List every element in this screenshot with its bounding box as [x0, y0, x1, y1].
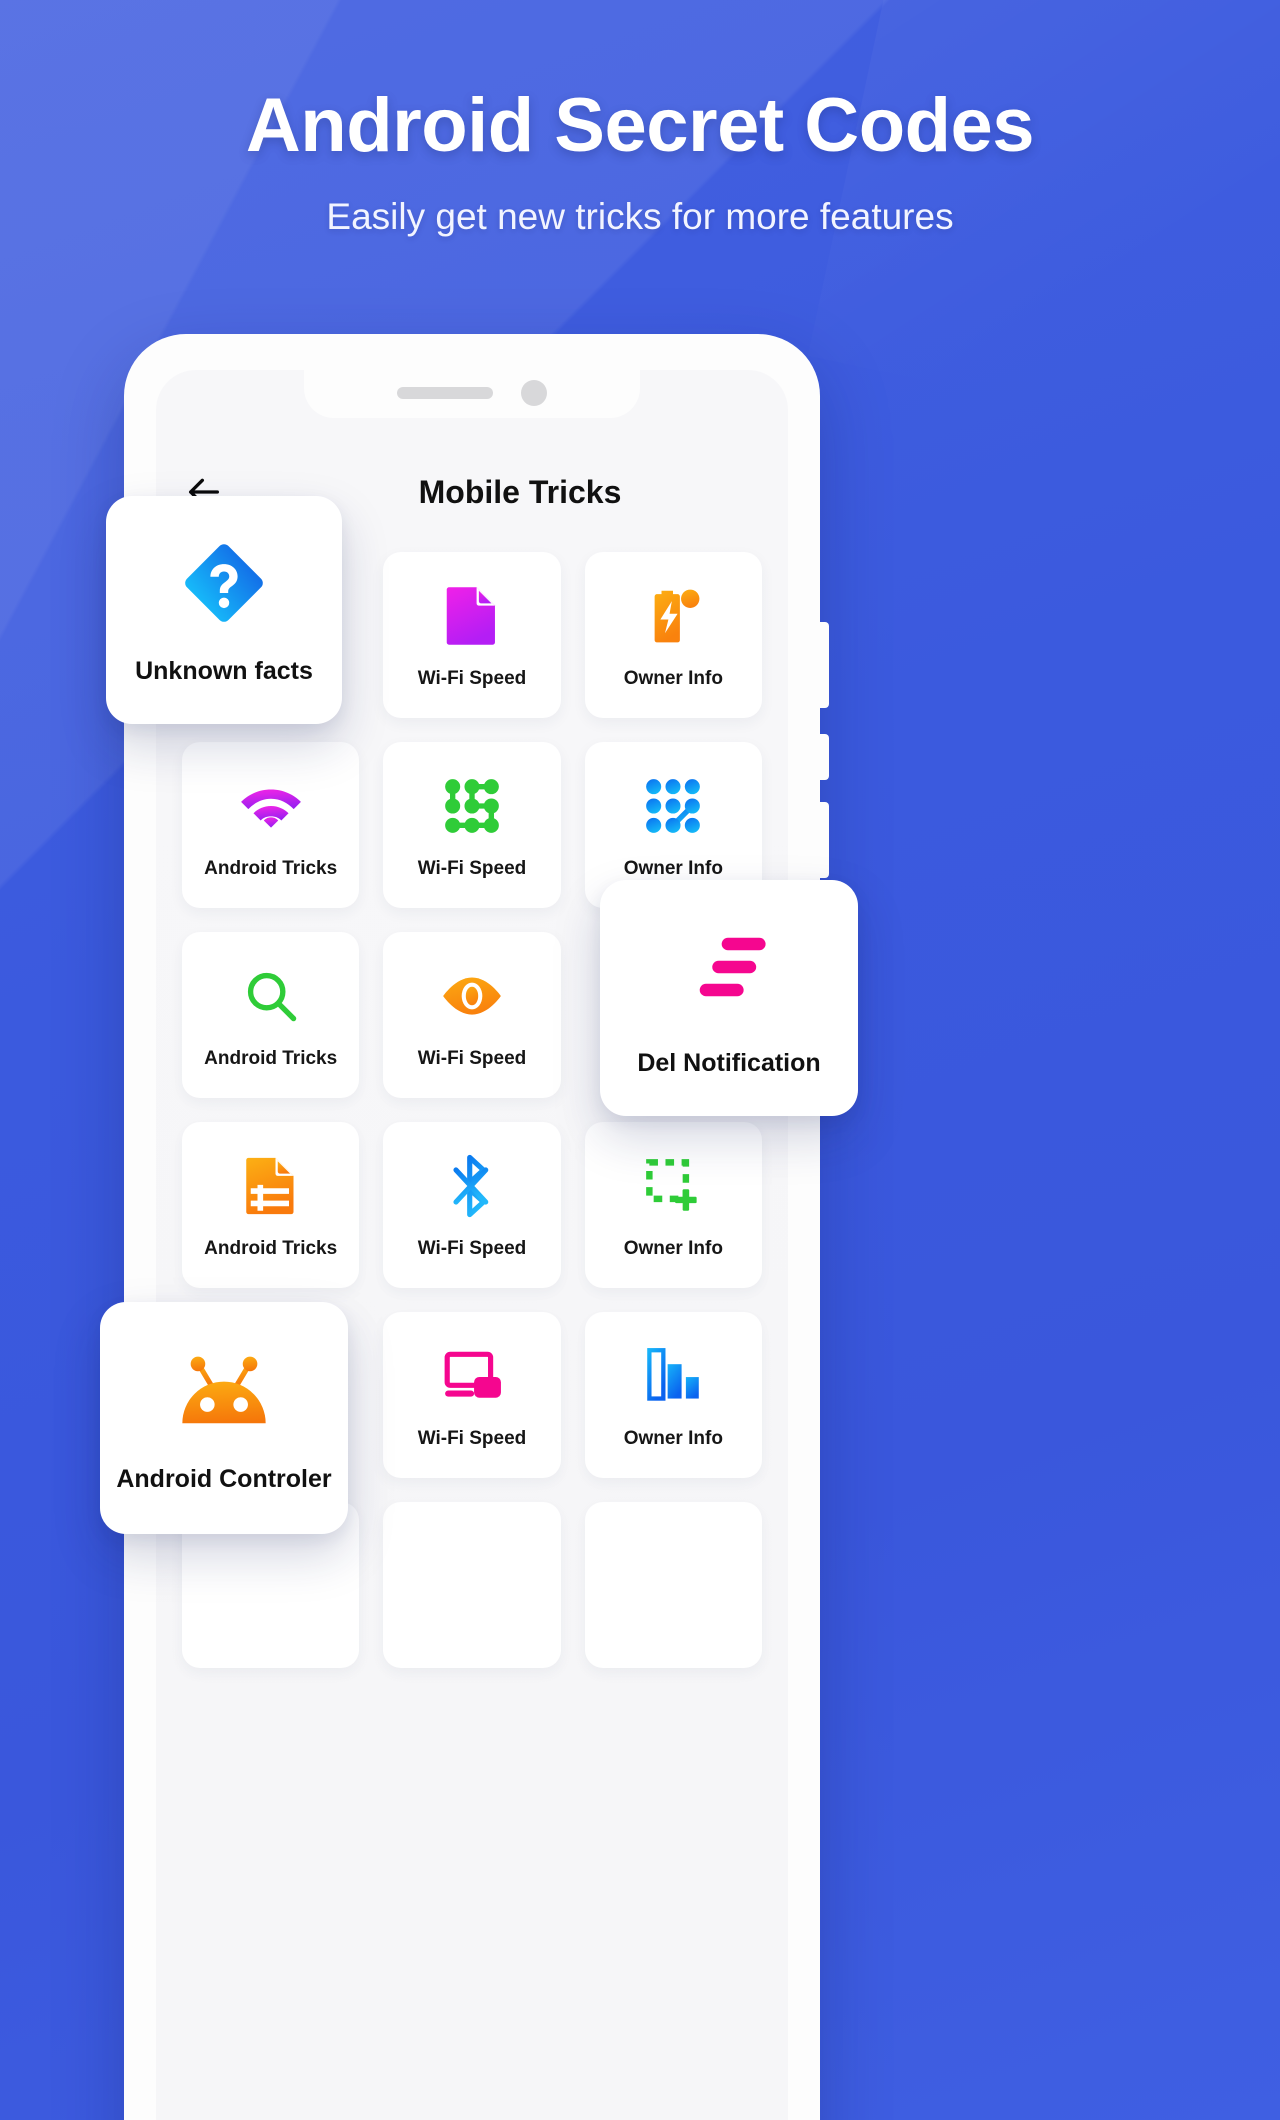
tile-row6-col3[interactable]: [584, 1502, 762, 1668]
tile-wifi-speed-eye[interactable]: Wi-Fi Speed: [383, 932, 561, 1098]
phone-notch: [156, 370, 788, 432]
wifi-icon: [238, 770, 304, 842]
dashed-square-plus-icon: [644, 1150, 702, 1222]
floating-card-label: Android Controler: [116, 1464, 332, 1493]
tile-label: Owner Info: [623, 1238, 723, 1259]
tile-label: Owner Info: [623, 858, 723, 879]
tile-android-tricks-document-lines[interactable]: Android Tricks: [182, 1122, 360, 1288]
pattern-lock-green-icon: [443, 770, 501, 842]
tile-label: Owner Info: [623, 668, 723, 689]
tile-wifi-speed-document[interactable]: Wi-Fi Speed: [383, 552, 561, 718]
page-title: Android Secret Codes: [245, 83, 1035, 168]
phone-volume-down-button[interactable]: [819, 734, 829, 780]
floating-card-android-controler[interactable]: Android Controler: [100, 1302, 348, 1534]
phone-volume-up-button[interactable]: [819, 622, 829, 708]
tile-label: Android Tricks: [204, 1048, 338, 1069]
header: Android Secret Codes Easily get new tric…: [0, 86, 1280, 238]
tile-label: Owner Info: [623, 1428, 723, 1449]
floating-card-del-notification[interactable]: Del Notification: [600, 880, 858, 1116]
tile-label: Android Tricks: [204, 1238, 338, 1259]
tile-owner-info-battery[interactable]: Owner Info: [584, 552, 762, 718]
pattern-lock-blue-icon: [644, 770, 702, 842]
floating-card-label: Del Notification: [637, 1048, 821, 1077]
tile-wifi-speed-bluetooth[interactable]: Wi-Fi Speed: [383, 1122, 561, 1288]
document-lines-icon: [244, 1150, 298, 1222]
front-camera-icon: [521, 380, 547, 406]
promo-banner: Android Secret Codes Easily get new tric…: [0, 0, 1280, 2120]
page-subtitle: Easily get new tricks for more features: [326, 195, 954, 237]
tile-label: Wi-Fi Speed: [417, 858, 527, 879]
tile-label: Wi-Fi Speed: [417, 1048, 527, 1069]
tile-label: Android Tricks: [204, 858, 338, 879]
tile-label: Wi-Fi Speed: [417, 668, 527, 689]
eye-icon: [439, 960, 505, 1032]
tile-label: Wi-Fi Speed: [417, 1238, 527, 1259]
magnifier-icon: [242, 960, 300, 1032]
bar-chart-icon: [646, 1340, 700, 1412]
tile-android-tricks-wifi[interactable]: Android Tricks: [182, 742, 360, 908]
question-diamond-icon: [178, 535, 270, 631]
tile-owner-info-dashed-plus[interactable]: Owner Info: [584, 1122, 762, 1288]
tile-wifi-speed-pattern-green[interactable]: Wi-Fi Speed: [383, 742, 561, 908]
cast-screen-icon: [441, 1340, 503, 1412]
earpiece-speaker-icon: [397, 387, 493, 399]
battery-bolt-icon: [643, 580, 703, 652]
bluetooth-icon: [445, 1150, 499, 1222]
document-icon: [443, 580, 501, 652]
tile-wifi-speed-cast[interactable]: Wi-Fi Speed: [383, 1312, 561, 1478]
tile-row6-col2[interactable]: [383, 1502, 561, 1668]
tile-owner-info-bar-chart[interactable]: Owner Info: [584, 1312, 762, 1478]
android-robot-icon: [174, 1343, 274, 1439]
floating-card-unknown-facts[interactable]: Unknown facts: [106, 496, 342, 724]
notification-lines-icon: [683, 919, 775, 1015]
floating-card-label: Unknown facts: [135, 656, 313, 685]
tile-android-tricks-search[interactable]: Android Tricks: [182, 932, 360, 1098]
tile-label: Wi-Fi Speed: [417, 1428, 527, 1449]
phone-power-button[interactable]: [819, 802, 829, 878]
